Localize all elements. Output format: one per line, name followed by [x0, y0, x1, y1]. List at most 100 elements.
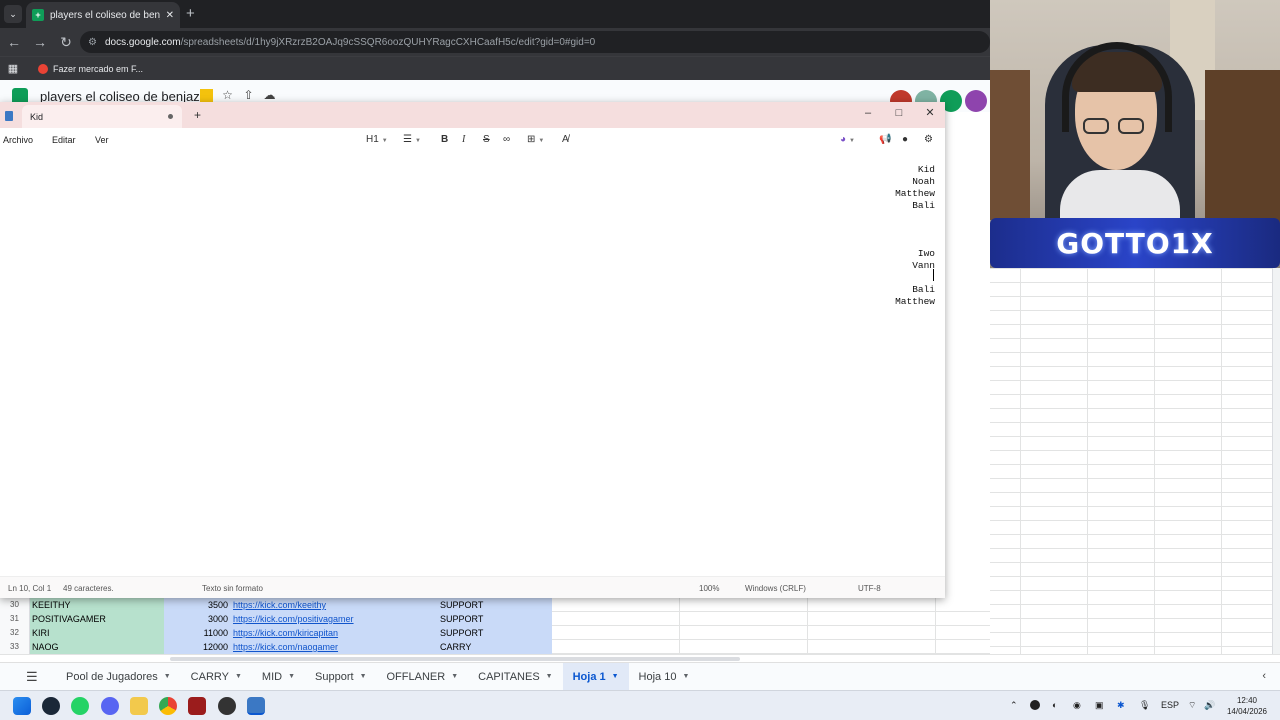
- move-icon[interactable]: ⇧: [242, 89, 255, 102]
- sheet-tab[interactable]: Pool de Jugadores ▼: [56, 663, 181, 691]
- sheet-tab[interactable]: Hoja 1 ▼: [562, 662, 629, 691]
- windows-start-icon[interactable]: [13, 697, 31, 715]
- tray-app-icon-2[interactable]: ▣: [1095, 700, 1104, 711]
- back-icon[interactable]: ←: [2, 34, 26, 50]
- account-icon[interactable]: ●: [902, 134, 908, 146]
- sheet-grid-visible-strip[interactable]: [945, 112, 990, 660]
- announcement-icon[interactable]: 📢: [879, 134, 891, 146]
- heading-select[interactable]: H1 ▼: [366, 134, 388, 147]
- list-button[interactable]: ☰ ▼: [403, 134, 421, 147]
- bookmark-item[interactable]: Fazer mercado em F...: [38, 63, 143, 74]
- new-tab-button[interactable]: +: [186, 5, 195, 22]
- tab-search-button[interactable]: ⌄: [4, 5, 22, 23]
- chrome-icon[interactable]: [159, 697, 177, 715]
- scrollbar-thumb[interactable]: [170, 657, 740, 661]
- menu-editar[interactable]: Editar: [52, 135, 76, 145]
- cell-role[interactable]: SUPPORT: [438, 626, 552, 640]
- sheet-grid-right[interactable]: [990, 268, 1280, 660]
- row-number[interactable]: 30: [0, 598, 30, 612]
- address-bar[interactable]: ⚙ docs.google.com/spreadsheets/d/1hy9jXR…: [80, 31, 990, 53]
- settings-gear-icon[interactable]: ⚙: [924, 134, 933, 146]
- cell-name[interactable]: NAOG: [30, 640, 164, 654]
- reload-icon[interactable]: ↻: [54, 34, 78, 51]
- clear-formatting-icon[interactable]: A̸: [562, 134, 569, 146]
- star-icon[interactable]: ☆: [221, 89, 234, 102]
- chevron-down-icon[interactable]: ▼: [235, 673, 242, 680]
- wifi-icon[interactable]: ⌔: [1188, 700, 1196, 711]
- file-explorer-icon[interactable]: [130, 697, 148, 715]
- cell-mmr[interactable]: 11000: [164, 626, 231, 640]
- cell-link[interactable]: https://kick.com/naogamer: [231, 640, 438, 654]
- site-info-icon[interactable]: ⚙: [88, 37, 97, 48]
- apps-grid-icon[interactable]: ▦: [0, 62, 26, 75]
- cell-name[interactable]: KIRI: [30, 626, 164, 640]
- horizontal-scrollbar[interactable]: [0, 654, 1280, 662]
- dota2-icon[interactable]: [188, 697, 206, 715]
- microphone-icon[interactable]: 🎙: [1139, 700, 1150, 711]
- whatsapp-icon[interactable]: [71, 697, 89, 715]
- chevron-down-icon[interactable]: ▼: [451, 673, 458, 680]
- cell-link[interactable]: https://kick.com/keeithy: [231, 598, 438, 612]
- zoom-level[interactable]: 100%: [699, 584, 719, 593]
- row-number[interactable]: 33: [0, 640, 30, 654]
- cell-name[interactable]: KEEITHY: [30, 598, 164, 612]
- folder-badge-icon[interactable]: [200, 89, 213, 102]
- menu-archivo[interactable]: Archivo: [3, 135, 33, 145]
- copilot-button[interactable]: ◕ ▼: [840, 134, 855, 147]
- obs-icon[interactable]: [218, 697, 236, 715]
- cell-link[interactable]: https://kick.com/positivagamer: [231, 612, 438, 626]
- sheet-tab[interactable]: OFFLANER ▼: [377, 663, 469, 691]
- chevron-down-icon[interactable]: ▼: [288, 673, 295, 680]
- empty-cells[interactable]: [552, 612, 990, 626]
- cell-mmr[interactable]: 3500: [164, 598, 231, 612]
- chevron-down-icon[interactable]: ▼: [164, 673, 171, 680]
- table-button[interactable]: ⊞ ▼: [527, 134, 544, 147]
- encoding[interactable]: UTF-8: [858, 584, 881, 593]
- sheet-tab[interactable]: CARRY ▼: [181, 663, 252, 691]
- notepad-tab[interactable]: Kid: [22, 105, 182, 128]
- cell-role[interactable]: SUPPORT: [438, 612, 552, 626]
- forward-icon[interactable]: →: [28, 34, 52, 50]
- chevron-down-icon[interactable]: ▼: [612, 673, 619, 680]
- minimize-button[interactable]: –: [858, 105, 878, 121]
- chevron-down-icon[interactable]: ▼: [360, 673, 367, 680]
- close-button[interactable]: ✕: [920, 105, 940, 121]
- sheet-tab[interactable]: CAPITANES ▼: [468, 663, 562, 691]
- cell-name[interactable]: POSITIVAGAMER: [30, 612, 164, 626]
- cell-role[interactable]: SUPPORT: [438, 598, 552, 612]
- chevron-down-icon[interactable]: ▼: [546, 673, 553, 680]
- format-status[interactable]: Texto sin formato: [202, 584, 263, 593]
- notepad-editor[interactable]: Kid Noah Matthew Bali Iwo Vann Bali Matthew: [0, 152, 945, 576]
- chevron-down-icon[interactable]: ▼: [682, 673, 689, 680]
- line-endings[interactable]: Windows (CRLF): [745, 584, 806, 593]
- tray-app-icon[interactable]: [1030, 700, 1040, 710]
- tray-shield-icon[interactable]: ◐: [1052, 700, 1057, 710]
- steam-icon[interactable]: [42, 697, 60, 715]
- bluetooth-icon[interactable]: ✱: [1117, 700, 1125, 711]
- row-number[interactable]: 31: [0, 612, 30, 626]
- cell-mmr[interactable]: 3000: [164, 612, 231, 626]
- unsaved-dot-icon[interactable]: [168, 114, 173, 119]
- empty-cells[interactable]: [552, 598, 990, 612]
- empty-cells[interactable]: [552, 626, 990, 640]
- maximize-button[interactable]: □: [889, 105, 909, 121]
- extension-purple-icon[interactable]: [965, 90, 987, 112]
- close-tab-icon[interactable]: ✕: [166, 10, 174, 21]
- notepad-new-tab-button[interactable]: +: [194, 108, 201, 122]
- browser-tab[interactable]: + players el coliseo de benjaz - H ✕: [26, 2, 180, 28]
- sheet-tab[interactable]: Hoja 10 ▼: [629, 663, 700, 691]
- menu-ver[interactable]: Ver: [95, 135, 109, 145]
- cell-mmr[interactable]: 12000: [164, 640, 231, 654]
- tray-steam-icon[interactable]: ◉: [1073, 700, 1081, 711]
- italic-button[interactable]: I: [462, 134, 465, 146]
- notepad-taskbar-icon[interactable]: [247, 697, 265, 715]
- empty-cells[interactable]: [552, 640, 990, 654]
- system-clock[interactable]: 12:40 14/04/2026: [1222, 695, 1272, 717]
- all-sheets-menu-icon[interactable]: ☰: [26, 669, 56, 685]
- strikethrough-button[interactable]: S: [483, 134, 490, 146]
- volume-icon[interactable]: 🔊: [1204, 700, 1215, 711]
- language-indicator[interactable]: ESP: [1161, 700, 1179, 710]
- bold-button[interactable]: B: [441, 134, 448, 146]
- show-hidden-icons[interactable]: ⌃: [1010, 700, 1018, 711]
- scroll-tabs-icon[interactable]: ‹: [1262, 670, 1266, 682]
